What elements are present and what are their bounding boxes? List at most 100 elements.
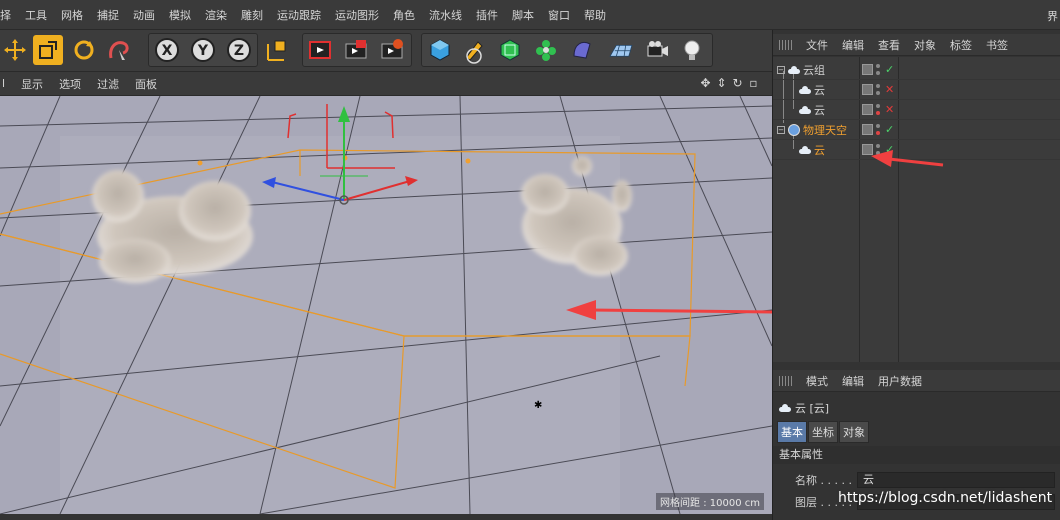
menu-interface-cut[interactable]: 界	[1047, 8, 1058, 24]
object-row-physical-sky[interactable]: − 物理天空 ✓	[773, 120, 1060, 140]
om-menu-edit[interactable]: 编辑	[835, 37, 871, 53]
dolly-icon[interactable]: ⇕	[715, 75, 728, 91]
live-select-icon[interactable]	[104, 35, 134, 65]
name-input[interactable]: 云	[857, 472, 1055, 488]
visibility-dots-icon[interactable]	[876, 64, 882, 75]
tab-object[interactable]: 对象	[839, 421, 869, 443]
layer-checkbox-icon[interactable]	[862, 104, 873, 115]
panel-grip-icon[interactable]	[779, 39, 793, 50]
tab-basic[interactable]: 基本	[777, 421, 807, 443]
menu-character[interactable]: 角色	[386, 7, 422, 23]
mouse-cursor-icon: ✱	[534, 400, 543, 411]
pen-icon[interactable]	[459, 35, 489, 65]
disabled-x-icon[interactable]: ✕	[885, 83, 894, 96]
cloud-icon	[799, 145, 811, 154]
panel-grip-icon[interactable]	[779, 375, 793, 386]
subdivision-icon[interactable]	[495, 35, 525, 65]
viewport-menu-panel[interactable]: 面板	[127, 76, 165, 92]
viewport-nav-icons: ✥ ⇕ ↻ ▫	[699, 75, 760, 91]
object-row-cloud-2[interactable]: 云 ✕	[773, 100, 1060, 120]
object-name: 云	[814, 143, 825, 157]
render-settings-icon[interactable]	[377, 35, 407, 65]
floor-icon[interactable]	[603, 35, 639, 65]
disabled-x-icon[interactable]: ✕	[885, 103, 894, 116]
menu-snap[interactable]: 捕捉	[90, 7, 126, 23]
cube-icon[interactable]	[425, 35, 455, 65]
menu-mesh[interactable]: 网格	[54, 7, 90, 23]
rotate-view-icon[interactable]: ↻	[731, 75, 744, 91]
menu-motion-tracking[interactable]: 运动跟踪	[270, 7, 328, 23]
pan-icon[interactable]: ✥	[699, 75, 712, 91]
attribute-title: 云 [云]	[779, 400, 829, 416]
move-icon[interactable]	[0, 35, 30, 65]
cloud-group-icon	[788, 65, 800, 74]
right-panel: 文件 编辑 查看 对象 标签 书签 − 云组 ✓ 云 ✕ 云 ✕ − 物理天空 …	[772, 30, 1060, 520]
lock-z-icon[interactable]: Z	[224, 35, 254, 65]
lock-y-icon[interactable]: Y	[188, 35, 218, 65]
object-manager-menubar: 文件 编辑 查看 对象 标签 书签	[773, 34, 1060, 56]
am-menu-edit[interactable]: 编辑	[835, 373, 871, 389]
object-name: 云	[814, 103, 825, 117]
viewport-menu-display[interactable]: 显示	[13, 76, 51, 92]
viewport-menu-filter[interactable]: 过滤	[89, 76, 127, 92]
tab-coord[interactable]: 坐标	[808, 421, 838, 443]
menu-select[interactable]: 择	[0, 7, 18, 23]
menu-script[interactable]: 脚本	[505, 7, 541, 23]
scale-icon[interactable]	[33, 35, 63, 65]
visibility-dots-icon[interactable]	[876, 84, 882, 95]
viewport-menu-view[interactable]: l	[0, 77, 13, 90]
am-menu-user-data[interactable]: 用户数据	[871, 373, 929, 389]
light-icon[interactable]	[677, 35, 707, 65]
rotate-icon[interactable]	[69, 35, 99, 65]
menu-window[interactable]: 窗口	[541, 7, 577, 23]
enabled-check-icon[interactable]: ✓	[885, 123, 894, 136]
layer-checkbox-icon[interactable]	[862, 124, 873, 135]
layer-checkbox-icon[interactable]	[862, 84, 873, 95]
visibility-dots-icon[interactable]	[876, 124, 882, 135]
viewport-menu-options[interactable]: 选项	[51, 76, 89, 92]
cloud-icon	[799, 85, 811, 94]
om-menu-objects[interactable]: 对象	[907, 37, 943, 53]
menu-mograph[interactable]: 运动图形	[328, 7, 386, 23]
render-picture-viewer-icon[interactable]	[341, 35, 371, 65]
cloner-icon[interactable]	[531, 35, 561, 65]
main-menubar: 择 工具 网格 捕捉 动画 模拟 渲染 雕刻 运动跟踪 运动图形 角色 流水线 …	[0, 0, 1060, 30]
menu-tools[interactable]: 工具	[18, 7, 54, 23]
menu-plugins[interactable]: 插件	[469, 7, 505, 23]
lock-x-icon[interactable]: X	[152, 35, 182, 65]
maximize-icon[interactable]: ▫	[747, 75, 760, 91]
menu-sculpt[interactable]: 雕刻	[234, 7, 270, 23]
om-menu-file[interactable]: 文件	[799, 37, 835, 53]
om-menu-bookmarks[interactable]: 书签	[979, 37, 1015, 53]
om-menu-view[interactable]: 查看	[871, 37, 907, 53]
main-toolbar: X Y Z	[0, 30, 772, 72]
menu-animate[interactable]: 动画	[126, 7, 162, 23]
object-name: 云	[814, 83, 825, 97]
layer-checkbox-icon[interactable]	[862, 64, 873, 75]
cloud-icon	[779, 404, 791, 412]
camera-icon[interactable]	[643, 35, 673, 65]
coordinate-system-icon[interactable]	[262, 35, 292, 65]
collapse-toggle-icon[interactable]: −	[777, 125, 785, 134]
enabled-check-icon[interactable]: ✓	[885, 63, 894, 76]
am-menu-mode[interactable]: 模式	[799, 373, 835, 389]
object-row-cloud-1[interactable]: 云 ✕	[773, 80, 1060, 100]
om-menu-tags[interactable]: 标签	[943, 37, 979, 53]
viewport-menubar: l 显示 选项 过滤 面板 ✥ ⇕ ↻ ▫	[0, 72, 772, 96]
attribute-tabs: 基本 坐标 对象	[777, 421, 869, 443]
deformer-icon[interactable]	[567, 35, 597, 65]
object-name: 物理天空	[803, 123, 847, 137]
visibility-dots-icon[interactable]	[876, 104, 882, 115]
menu-help[interactable]: 帮助	[577, 7, 613, 23]
attribute-manager-menubar: 模式 编辑 用户数据	[773, 370, 1060, 392]
object-row-cloud-group[interactable]: − 云组 ✓	[773, 60, 1060, 80]
field-name: 名称 . . . . . 云	[773, 470, 1060, 490]
3d-viewport[interactable]: 网格间距 : 10000 cm ✱	[0, 96, 772, 514]
collapse-toggle-icon[interactable]: −	[777, 65, 785, 74]
menu-pipeline[interactable]: 流水线	[422, 7, 469, 23]
render-view-icon[interactable]	[305, 35, 335, 65]
axis-z-label: Z	[234, 43, 244, 59]
cloud-icon	[799, 105, 811, 114]
menu-simulate[interactable]: 模拟	[162, 7, 198, 23]
menu-render[interactable]: 渲染	[198, 7, 234, 23]
